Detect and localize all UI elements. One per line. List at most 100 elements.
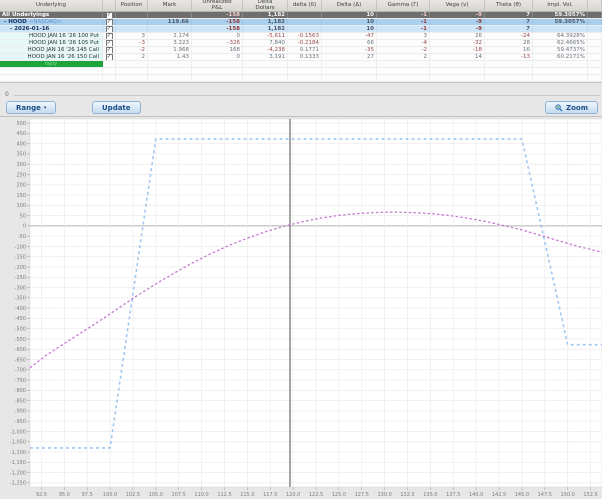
- cell-vega: [430, 75, 485, 81]
- cell-end: [588, 61, 602, 67]
- column-header-impl-vol-[interactable]: Impl. Vol.: [533, 0, 588, 11]
- cell-impl_vol: 60.2171%: [533, 54, 588, 60]
- empty-row[interactable]: [0, 68, 602, 75]
- y-tick-label: -1,000: [10, 429, 26, 435]
- cell-gamma: 3: [377, 33, 430, 39]
- position-row[interactable]: HOOD JAN 16 '26 150 Call✓21.4303,1910.13…: [0, 54, 602, 61]
- x-tick-label: 152.5: [583, 492, 597, 498]
- underlying-label: All Underlyings: [0, 12, 103, 18]
- cell-position: [116, 61, 148, 67]
- column-header-vega-[interactable]: Vega (ν): [430, 0, 485, 11]
- x-tick-label: 105.0: [149, 492, 163, 498]
- position-row[interactable]: HOOD JAN 16 '26 145 Call✓-21.968168-4,23…: [0, 47, 602, 54]
- row-checkbox[interactable]: ✓: [106, 54, 113, 60]
- x-tick-label: 95.0: [59, 492, 70, 498]
- row-checkbox[interactable]: ✓: [106, 19, 113, 25]
- position-row[interactable]: HOOD JAN 16 '26 105 Put✓-33.223-3267,840…: [0, 40, 602, 47]
- column-header-delta-dollars[interactable]: Delta Dollars: [243, 0, 288, 11]
- checkbox-cell: ✓: [103, 19, 116, 25]
- y-tick-label: -950: [15, 419, 26, 425]
- empty-row[interactable]: [0, 75, 602, 82]
- cell-mark: [148, 12, 192, 18]
- cell-delta: 10: [322, 26, 377, 32]
- cell-delta_dollars: [243, 68, 288, 74]
- zoom-button[interactable]: Zoom: [545, 101, 598, 114]
- column-header-delta-[interactable]: Delta (Δ): [322, 0, 377, 11]
- x-tick-label: 147.5: [538, 492, 552, 498]
- positions-table: UnderlyingPositionMarkUnrealized P&LDelt…: [0, 0, 602, 83]
- underlying-label: HOOD JAN 16 '26 105 Put: [0, 40, 103, 46]
- column-header-theta-[interactable]: Theta (θ): [485, 0, 533, 11]
- x-tick-label: 120.0: [286, 492, 300, 498]
- cell-end: [588, 68, 602, 74]
- checkbox-cell: ✓: [103, 33, 116, 39]
- cell-delta_dollars: 1,182: [243, 26, 288, 32]
- cell-gamma: -1: [377, 26, 430, 32]
- y-tick-label: 0: [23, 224, 26, 230]
- positions-table-header: UnderlyingPositionMarkUnrealized P&LDelt…: [0, 0, 602, 12]
- y-tick-label: -550: [15, 337, 26, 343]
- cell-vega: -9: [430, 12, 485, 18]
- underlying-label: HOOD JAN 16 '26 100 Put: [0, 33, 103, 39]
- y-tick-label: -100: [15, 244, 26, 250]
- x-tick-label: 102.5: [126, 492, 140, 498]
- cell-impl_vol: [533, 61, 588, 67]
- column-header-delta-[interactable]: delta (δ): [288, 0, 322, 11]
- checkbox-cell: [103, 61, 116, 67]
- cell-gamma: -1: [377, 12, 430, 18]
- y-tick-label: -200: [15, 265, 26, 271]
- cell-theta: [485, 75, 533, 81]
- column-header-12[interactable]: [588, 0, 602, 11]
- cell-delta: 10: [322, 12, 377, 18]
- cell-pnl: -326: [192, 40, 243, 46]
- hood-row[interactable]: - HOOD<NASDAQ>✓119.66-1581,18210-1-9759.…: [0, 19, 602, 26]
- cell-theta: -13: [485, 54, 533, 60]
- y-tick-label: -1,200: [10, 470, 26, 476]
- x-tick-label: 117.5: [263, 492, 277, 498]
- cell-delta: [322, 61, 377, 67]
- row-checkbox[interactable]: ✓: [106, 12, 113, 18]
- column-header-mark[interactable]: Mark: [148, 0, 192, 11]
- cell-vega: -9: [430, 26, 485, 32]
- positions-table-body: All Underlyings✓-1581,18210-1-9759.3057%…: [0, 12, 602, 82]
- date-row[interactable]: - 2026-01-16✓-1581,18210-1-97: [0, 26, 602, 33]
- risk-profile-plot[interactable]: 500450400350300250200150100500-50-100-15…: [0, 117, 602, 499]
- checkbox-cell: ✓: [103, 26, 116, 32]
- chart-toolbar: 0 Range ▾ Update Zoom: [0, 82, 602, 116]
- y-tick-label: -400: [15, 306, 26, 312]
- x-tick-label: 107.5: [172, 492, 186, 498]
- all-row[interactable]: All Underlyings✓-1581,18210-1-9759.3057%: [0, 12, 602, 19]
- position-row[interactable]: HOOD JAN 16 '26 100 Put✓32.1740-5,611-0.…: [0, 33, 602, 40]
- cell-mark: 1.43: [148, 54, 192, 60]
- cell-delta: 27: [322, 54, 377, 60]
- chevron-down-icon: ▾: [44, 105, 47, 111]
- collapse-handle[interactable]: 0: [5, 91, 9, 98]
- cell-end: [588, 33, 602, 39]
- cell-gamma: -1: [377, 19, 430, 25]
- row-checkbox[interactable]: ✓: [106, 40, 113, 46]
- update-button[interactable]: Update: [92, 101, 141, 114]
- cell-vega: [430, 68, 485, 74]
- cell-vega: -18: [430, 47, 485, 53]
- column-header-unrealized-p-l[interactable]: Unrealized P&L: [192, 0, 243, 11]
- risk-profile-chart[interactable]: 500450400350300250200150100500-50-100-15…: [0, 116, 602, 499]
- column-header-underlying[interactable]: Underlying: [0, 0, 103, 11]
- cell-delta_per: -0.2184: [288, 40, 322, 46]
- cell-gamma: [377, 68, 430, 74]
- green-row[interactable]: rajoy: [0, 61, 602, 68]
- cell-vega: [430, 61, 485, 67]
- row-checkbox[interactable]: ✓: [106, 33, 113, 39]
- range-button[interactable]: Range ▾: [6, 101, 56, 114]
- row-checkbox[interactable]: ✓: [106, 47, 113, 53]
- x-tick-label: 150.0: [561, 492, 575, 498]
- column-header-position[interactable]: Position: [116, 0, 148, 11]
- cell-position: [116, 75, 148, 81]
- underlying-label: - HOOD<NASDAQ>: [0, 19, 103, 25]
- y-tick-label: -750: [15, 378, 26, 384]
- column-header-gamma-[interactable]: Gamma (Γ): [377, 0, 430, 11]
- row-checkbox[interactable]: ✓: [106, 26, 113, 32]
- cell-delta: 10: [322, 19, 377, 25]
- cell-vega: 14: [430, 54, 485, 60]
- x-tick-label: 142.5: [492, 492, 506, 498]
- column-header-1[interactable]: [103, 0, 116, 11]
